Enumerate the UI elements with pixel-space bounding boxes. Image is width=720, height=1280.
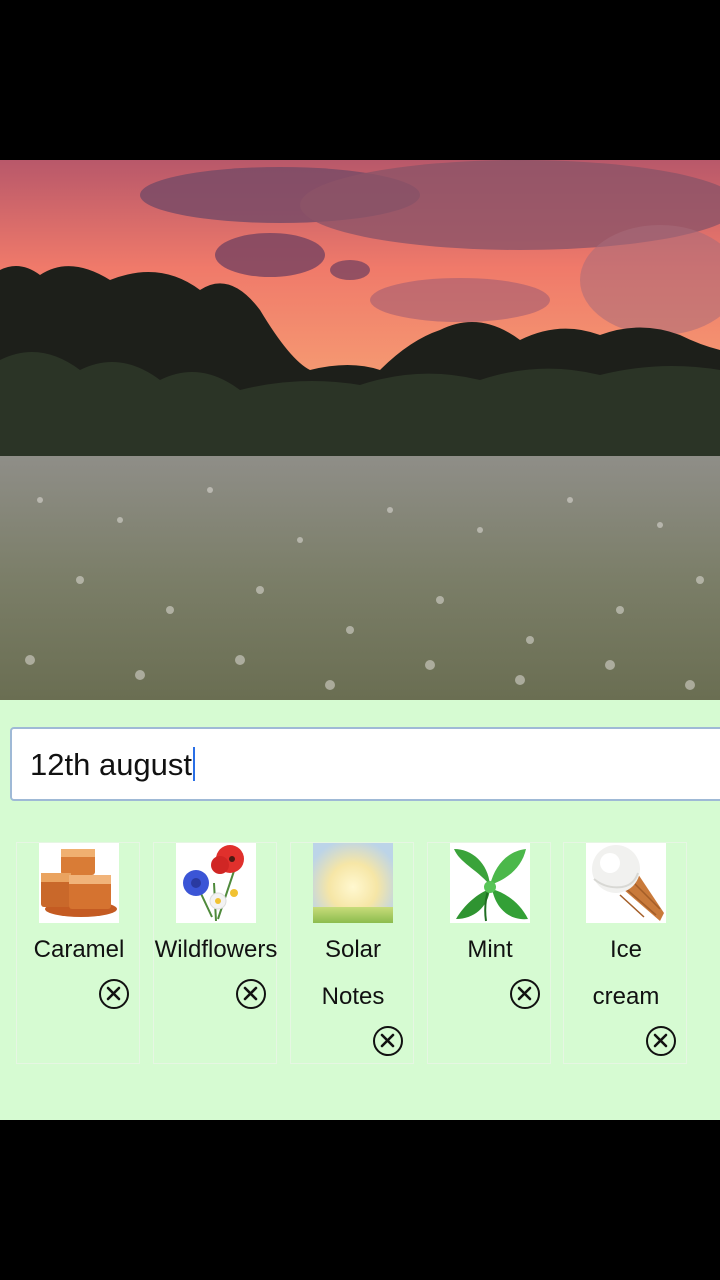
tag-card-mint[interactable]: Mint [427,842,551,1064]
tag-label: Wildflowers [154,936,278,963]
close-circle-icon[interactable] [510,979,540,1009]
ice-cream-image [586,843,666,923]
close-circle-icon[interactable] [236,979,266,1009]
close-circle-icon[interactable] [646,1026,676,1056]
tag-label: Caramel [33,936,125,963]
tag-label-line1: Ice [609,936,642,963]
tag-card-ice-cream[interactable]: Ice cream [563,842,687,1064]
background-photo [0,160,720,700]
close-circle-icon[interactable] [99,979,129,1009]
text-caret [193,747,196,781]
caramel-image [39,843,119,923]
date-input[interactable]: 12th august [10,727,720,801]
solar-notes-image [313,843,393,923]
wildflowers-image [176,843,256,923]
tags-panel: 12th august Caramel Wildflowers Solar No… [0,700,720,1120]
close-circle-icon[interactable] [373,1026,403,1056]
tag-label-line2: Notes [321,983,385,1010]
tag-label: Mint [467,936,513,963]
tag-card-wildflowers[interactable]: Wildflowers [153,842,277,1064]
mint-image [450,843,530,923]
date-input-value: 12th august [30,747,193,782]
tag-label-line2: cream [592,983,660,1010]
tag-card-solar-notes[interactable]: Solar Notes [290,842,414,1064]
tag-card-caramel[interactable]: Caramel [16,842,140,1064]
tag-label-line1: Solar [324,936,382,963]
